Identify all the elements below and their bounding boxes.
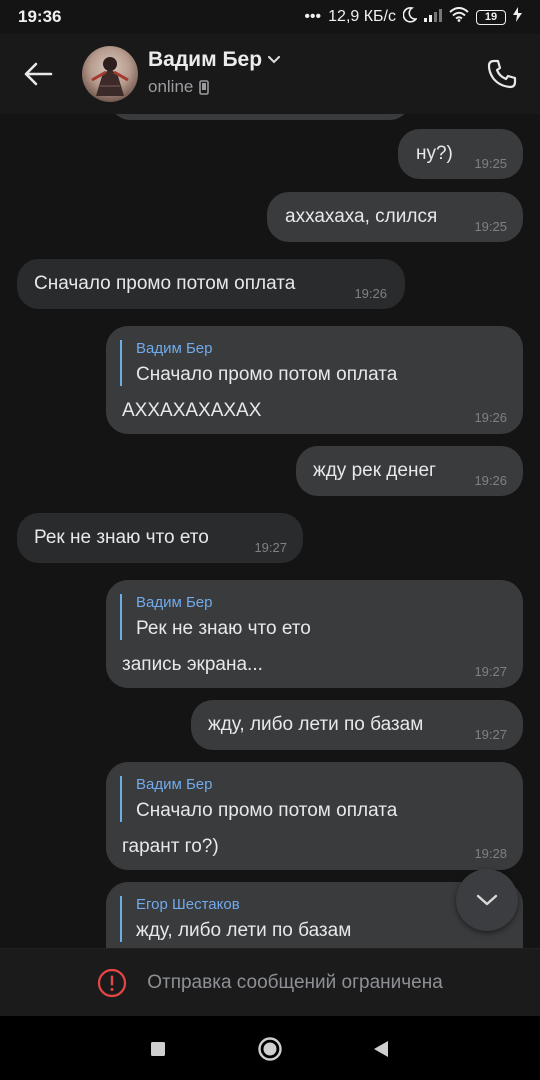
chevron-down-icon bbox=[476, 894, 498, 905]
status-time: 19:36 bbox=[18, 7, 62, 26]
message-outgoing[interactable]: аххахаха, слился 19:25 bbox=[267, 192, 523, 242]
reply-quote[interactable]: Вадим Бер Рек не знаю что ето bbox=[120, 594, 311, 640]
alert-circle-icon bbox=[98, 968, 127, 997]
contact-status-row: online bbox=[148, 77, 280, 97]
message-outgoing-reply[interactable]: Вадим Бер Сначало промо потом оплата АХХ… bbox=[106, 326, 523, 434]
message-text: АХХАХАХАХАХ bbox=[122, 400, 262, 421]
message-time: 19:27 bbox=[474, 727, 507, 742]
home-button[interactable] bbox=[255, 1034, 285, 1064]
scroll-down-button[interactable] bbox=[456, 869, 518, 931]
triangle-left-icon bbox=[374, 1041, 388, 1057]
message-list[interactable]: ну?) 19:25 аххахаха, слился 19:25 Сначал… bbox=[0, 114, 540, 948]
reply-author: Вадим Бер bbox=[136, 594, 213, 611]
battery-level: 19 bbox=[484, 11, 498, 23]
message-text: Рек не знаю что ето bbox=[34, 527, 209, 548]
message-outgoing[interactable]: жду, либо лети по базам 19:27 bbox=[191, 700, 523, 750]
chat-header: Вадим Бер online bbox=[0, 34, 540, 114]
message-text: жду, либо лети по базам bbox=[208, 714, 424, 735]
message-text: запись экрана... bbox=[122, 654, 263, 675]
message-time: 19:26 bbox=[474, 410, 507, 425]
mobile-icon bbox=[199, 79, 210, 95]
recents-button[interactable] bbox=[143, 1034, 173, 1064]
message-text: Сначало промо потом оплата bbox=[34, 273, 296, 294]
message-time: 19:27 bbox=[254, 540, 287, 555]
status-indicators: ••• 12,9 КБ/с 19 bbox=[304, 6, 522, 28]
battery-icon: 19 bbox=[476, 9, 506, 25]
message-outgoing-reply[interactable]: Вадим Бер Рек не знаю что ето запись экр… bbox=[106, 580, 523, 688]
phone-icon bbox=[487, 59, 517, 89]
contact-status: online bbox=[148, 77, 194, 96]
message-time: 19:25 bbox=[474, 156, 507, 171]
back-button[interactable] bbox=[20, 56, 56, 92]
reply-author: Вадим Бер bbox=[136, 340, 213, 357]
call-button[interactable] bbox=[482, 54, 522, 94]
message-time: 19:26 bbox=[474, 473, 507, 488]
reply-text: жду, либо лети по базам bbox=[136, 920, 352, 941]
arrow-left-icon bbox=[24, 62, 53, 86]
wifi-icon bbox=[449, 7, 469, 27]
signal-icon bbox=[424, 8, 442, 27]
contact-name-row: Вадим Бер bbox=[148, 48, 281, 72]
message-text: гарант го?) bbox=[122, 836, 219, 857]
circle-icon bbox=[258, 1037, 282, 1061]
system-nav-bar bbox=[0, 1016, 540, 1080]
reply-quote[interactable]: Вадим Бер Сначало промо потом оплата bbox=[120, 776, 397, 822]
charging-icon bbox=[513, 7, 522, 27]
reply-text: Рек не знаю что ето bbox=[136, 618, 311, 639]
chevron-down-icon bbox=[268, 56, 281, 64]
message-outgoing[interactable]: жду рек денег 19:26 bbox=[296, 446, 523, 496]
contact-info[interactable]: Вадим Бер online bbox=[148, 48, 281, 97]
back-nav-button[interactable] bbox=[366, 1034, 396, 1064]
avatar[interactable] bbox=[82, 46, 138, 102]
reply-quote[interactable]: Вадим Бер Сначало промо потом оплата bbox=[120, 340, 397, 386]
message-text: ну?) bbox=[416, 143, 453, 164]
status-bar: 19:36 ••• 12,9 КБ/с 19 bbox=[0, 0, 540, 34]
dots-icon: ••• bbox=[304, 8, 322, 25]
restriction-text: Отправка сообщений ограничена bbox=[147, 971, 443, 993]
message-time: 19:28 bbox=[474, 846, 507, 861]
contact-name: Вадим Бер bbox=[148, 48, 263, 71]
reply-author: Егор Шестаков bbox=[136, 896, 240, 913]
message-text: жду рек денег bbox=[313, 460, 436, 481]
avatar-image bbox=[91, 57, 129, 96]
reply-author: Вадим Бер bbox=[136, 776, 213, 793]
reply-quote[interactable]: Егор Шестаков жду, либо лети по базам bbox=[120, 896, 351, 942]
moon-icon bbox=[402, 6, 418, 28]
message-time: 19:26 bbox=[354, 286, 387, 301]
message-time: 19:25 bbox=[474, 219, 507, 234]
reply-text: Сначало промо потом оплата bbox=[136, 364, 398, 385]
message-outgoing[interactable]: ну?) 19:25 bbox=[398, 129, 523, 179]
restriction-bar: Отправка сообщений ограничена bbox=[0, 948, 540, 1016]
message-outgoing-reply[interactable]: Вадим Бер Сначало промо потом оплата гар… bbox=[106, 762, 523, 870]
network-speed: 12,9 КБ/с bbox=[328, 8, 396, 25]
message-incoming[interactable]: Сначало промо потом оплата 19:26 bbox=[17, 259, 405, 309]
square-icon bbox=[151, 1042, 165, 1056]
message-text: аххахаха, слился bbox=[285, 206, 438, 227]
message-time: 19:27 bbox=[474, 664, 507, 679]
message-incoming[interactable]: Рек не знаю что ето 19:27 bbox=[17, 513, 303, 563]
reply-text: Сначало промо потом оплата bbox=[136, 800, 398, 821]
previous-message-edge bbox=[110, 114, 410, 120]
